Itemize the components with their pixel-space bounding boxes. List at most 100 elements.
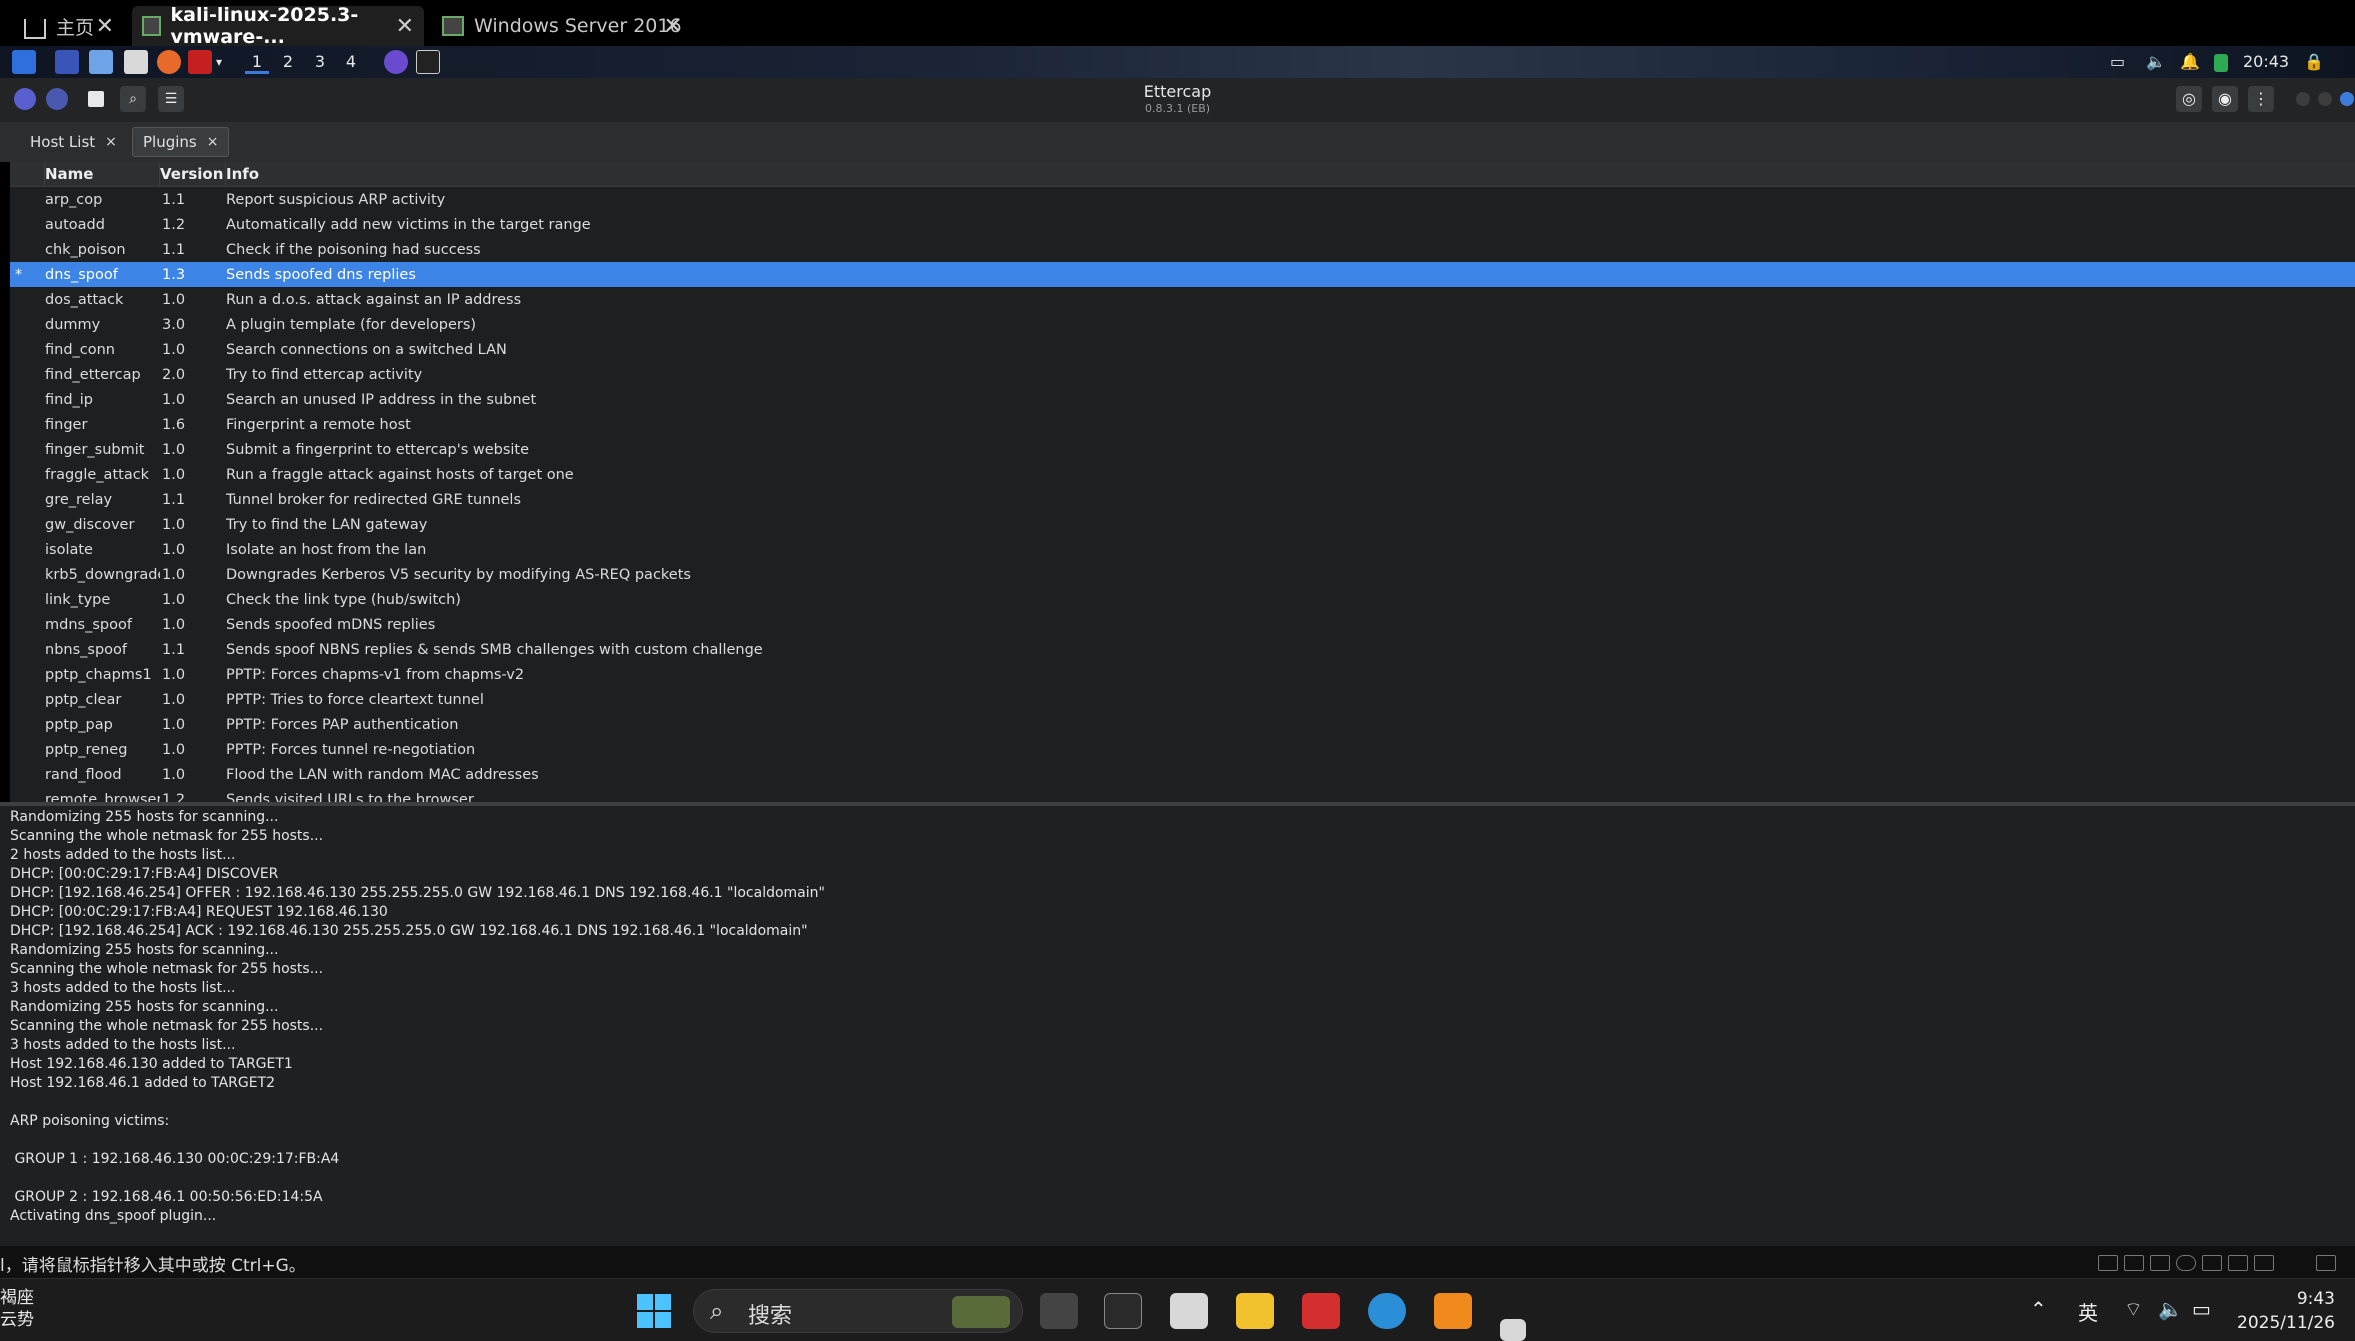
maximize-icon[interactable] [2318, 92, 2332, 106]
table-row[interactable]: pptp_reneg 1.0 PPTP: Forces tunnel re-nego… [10, 737, 2355, 762]
plugin-name: dos_attack [45, 291, 124, 308]
close-icon[interactable] [2340, 92, 2354, 106]
close-icon[interactable]: × [105, 134, 117, 150]
windows-start-icon[interactable] [637, 1294, 673, 1330]
minimize-icon[interactable] [2296, 92, 2310, 106]
edge-app-icon[interactable] [1368, 1293, 1406, 1329]
kali-menu-icon[interactable] [12, 50, 36, 74]
plugin-info: PPTP: Forces tunnel re-negotiation [226, 741, 476, 758]
table-row[interactable]: link_type 1.0 Check the link type (hub/swi… [10, 587, 2355, 612]
table-row[interactable]: arp_cop 1.1 Report suspicious ARP activity [10, 187, 2355, 212]
workspace-3[interactable]: 3 [308, 50, 332, 74]
volume-icon[interactable]: 🔈 [2146, 50, 2166, 74]
table-row[interactable]: nbns_spoof 1.1 Sends spoof NBNS replies & … [10, 637, 2355, 662]
plugin-name: chk_poison [45, 241, 126, 258]
tab-windows-server[interactable]: Windows Server 2016 ✕ [432, 6, 692, 46]
weather-widget[interactable]: 褐座 云势 [0, 1287, 34, 1331]
close-icon[interactable]: × [207, 134, 219, 150]
table-row[interactable]: find_ettercap 2.0 Try to find ettercap act… [10, 362, 2355, 387]
usb-icon[interactable] [2202, 1255, 2222, 1271]
column-info[interactable]: Info [226, 162, 2355, 186]
log-line: DHCP: [00:0C:29:17:FB:A4] REQUEST 192.16… [10, 904, 388, 920]
log-lines: Randomizing 255 hosts for scanning... Sca… [10, 808, 2345, 1226]
plugin-version: 1.0 [162, 466, 186, 483]
ettercap-taskbar-icon[interactable] [384, 50, 408, 74]
table-row[interactable]: rand_flood 1.0 Flood the LAN with random M… [10, 762, 2355, 787]
tab-host-list[interactable]: Host List × [20, 127, 127, 157]
terminal-root-icon[interactable] [188, 50, 212, 74]
cd-icon[interactable] [2176, 1255, 2196, 1271]
column-name[interactable]: Name [45, 162, 160, 186]
text-editor-icon[interactable] [124, 50, 148, 74]
display-icon[interactable]: ▭ [2110, 50, 2125, 74]
plugin-name: fraggle_attack [45, 466, 150, 483]
table-row[interactable]: fraggle_attack 1.0 Run a fraggle attack ag… [10, 462, 2355, 487]
table-row[interactable]: krb5_downgrade 1.0 Downgrades Kerberos V5 … [10, 562, 2355, 587]
vmware-app-icon[interactable] [1434, 1293, 1472, 1329]
wifi-icon[interactable]: ⌔ [2124, 1297, 2143, 1322]
show-desktop-icon[interactable] [55, 50, 79, 74]
plugin-name: pptp_clear [45, 691, 122, 708]
ime-indicator[interactable]: 英 [2078, 1297, 2098, 1326]
plugin-version: 1.3 [162, 266, 186, 283]
tab-kali[interactable]: kali-linux-2025.3-vmware-... ✕ [132, 4, 424, 48]
notification-icon[interactable]: 🔔 [2180, 50, 2200, 74]
file-explorer-icon[interactable] [1236, 1293, 1274, 1329]
chevron-up-icon[interactable]: ⌃ [2030, 1297, 2047, 1321]
table-row[interactable]: mdns_spoof 1.0 Sends spoofed mDNS replies [10, 612, 2355, 637]
pinned-app-icon[interactable] [1500, 1319, 1526, 1341]
table-row[interactable]: gw_discover 1.0 Try to find the LAN gatewa… [10, 512, 2355, 537]
volume-icon[interactable]: 🔈 [2158, 1297, 2183, 1321]
table-row[interactable]: find_conn 1.0 Search connections on a swit… [10, 337, 2355, 362]
table-row[interactable]: dos_attack 1.0 Run a d.o.s. attack against… [10, 287, 2355, 312]
table-row[interactable]: pptp_pap 1.0 PPTP: Forces PAP authenticati… [10, 712, 2355, 737]
table-row[interactable]: dummy 3.0 A plugin template (for developer… [10, 312, 2355, 337]
column-version[interactable]: Version [160, 162, 226, 186]
tab-host-list-label: Host List [30, 133, 96, 151]
wps-app-icon[interactable] [1302, 1293, 1340, 1329]
usb-icon-2[interactable] [2228, 1255, 2248, 1271]
table-row[interactable]: isolate 1.0 Isolate an host from the lan [10, 537, 2355, 562]
close-icon[interactable]: ✕ [96, 14, 114, 39]
panel-clock[interactable]: 20:43 [2243, 50, 2289, 74]
battery-icon[interactable]: ▭ [2192, 1297, 2211, 1321]
mitm-globe-icon[interactable]: ◎ [2176, 86, 2202, 112]
terminal-app-icon[interactable] [1104, 1293, 1142, 1329]
table-row[interactable]: find_ip 1.0 Search an unused IP address in… [10, 387, 2355, 412]
close-icon[interactable]: ✕ [664, 14, 682, 39]
workspace-1[interactable]: 1 [245, 50, 269, 74]
tab-home[interactable]: 主页 ✕ [14, 6, 124, 46]
hard-disk-icon[interactable] [2098, 1255, 2118, 1271]
table-row[interactable]: finger_submit 1.0 Submit a fingerprint to … [10, 437, 2355, 462]
plugin-name: find_ettercap [45, 366, 141, 383]
terminal-taskbar-icon[interactable] [416, 50, 440, 74]
file-manager-icon[interactable] [89, 50, 113, 74]
plugin-name: autoadd [45, 216, 105, 233]
network-icon[interactable] [2124, 1255, 2144, 1271]
table-row[interactable]: pptp_clear 1.0 PPTP: Tries to force cleart… [10, 687, 2355, 712]
firefox-icon[interactable] [157, 50, 181, 74]
table-row[interactable]: chk_poison 1.1 Check if the poisoning had … [10, 237, 2355, 262]
sound-icon[interactable] [2150, 1255, 2170, 1271]
chevron-down-icon[interactable]: ▾ [216, 50, 222, 74]
task-view-icon[interactable] [1040, 1293, 1078, 1329]
fullscreen-icon[interactable] [2316, 1255, 2336, 1271]
table-row[interactable]: pptp_chapms1 1.0 PPTP: Forces chapms-v1 fr… [10, 662, 2355, 687]
close-icon[interactable]: ✕ [396, 14, 414, 39]
table-row[interactable]: remote_browser 1.2 Sends visited URLs to t… [10, 787, 2355, 803]
wireless-icon[interactable] [2254, 1255, 2274, 1271]
lock-icon[interactable]: 🔒 [2304, 50, 2324, 74]
table-row[interactable]: finger 1.6 Fingerprint a remote host [10, 412, 2355, 437]
store-app-icon[interactable] [1170, 1293, 1208, 1329]
plugins-icon[interactable]: ◉ [2212, 86, 2238, 112]
taskbar-clock[interactable]: 9:43 2025/11/26 [2237, 1287, 2335, 1335]
workspace-4[interactable]: 4 [339, 50, 363, 74]
table-row[interactable]: autoadd 1.2 Automatically add new victims … [10, 212, 2355, 237]
menu-kebab-icon[interactable]: ⋮ [2248, 86, 2274, 112]
taskbar-search[interactable]: ⌕ 搜索 [693, 1289, 1023, 1333]
tab-plugins[interactable]: Plugins × [132, 127, 230, 157]
workspace-2[interactable]: 2 [276, 50, 300, 74]
table-row[interactable]: gre_relay 1.1 Tunnel broker for redirected… [10, 487, 2355, 512]
table-row[interactable]: * dns_spoof 1.3 Sends spoofed dns replies [10, 262, 2355, 287]
table-header: Name Version Info [10, 162, 2355, 187]
